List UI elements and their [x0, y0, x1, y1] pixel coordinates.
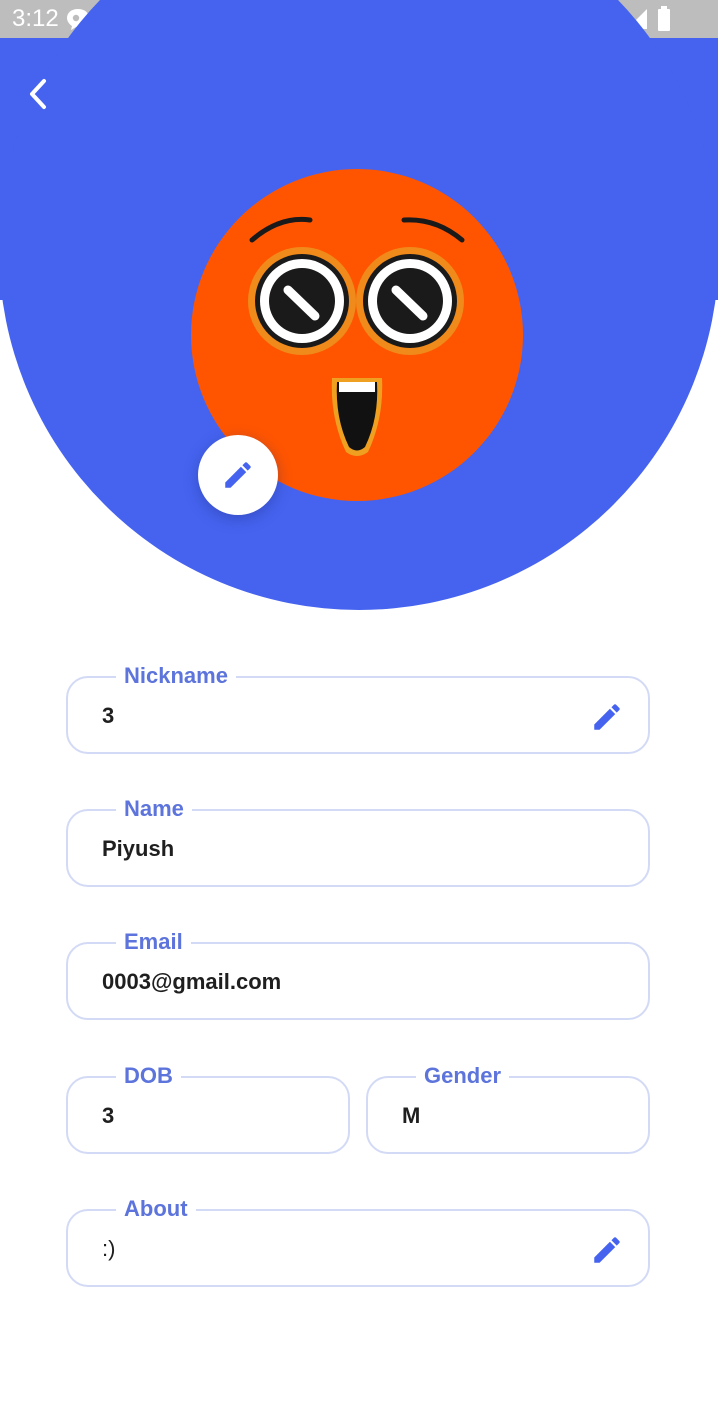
email-field[interactable]: Email 0003@gmail.com	[66, 929, 650, 1020]
dob-value: 3	[102, 1103, 115, 1128]
gender-label: Gender	[416, 1063, 510, 1089]
nickname-edit-button[interactable]	[590, 700, 624, 734]
pencil-icon	[594, 704, 620, 730]
name-value: Piyush	[102, 836, 175, 861]
about-label: About	[116, 1196, 196, 1222]
battery-icon	[657, 6, 671, 37]
gender-field[interactable]: Gender M	[366, 1063, 650, 1154]
about-field[interactable]: About :)	[66, 1196, 650, 1287]
chevron-left-icon	[30, 79, 46, 109]
gender-value: M	[402, 1103, 421, 1128]
name-label: Name	[116, 796, 192, 822]
email-label: Email	[116, 929, 191, 955]
dob-field[interactable]: DOB 3	[66, 1063, 350, 1154]
status-time: 3:12	[12, 5, 59, 32]
about-edit-button[interactable]	[590, 1233, 624, 1267]
avatar-edit-button[interactable]	[198, 435, 278, 515]
name-field[interactable]: Name Piyush	[66, 796, 650, 887]
dob-label: DOB	[116, 1063, 181, 1089]
nickname-label: Nickname	[116, 663, 236, 689]
about-value: :)	[102, 1236, 116, 1261]
nickname-value: 3	[102, 703, 115, 728]
pencil-icon	[594, 1237, 620, 1263]
pencil-icon	[225, 462, 251, 488]
nickname-field[interactable]: Nickname 3	[66, 663, 650, 754]
back-button[interactable]	[16, 72, 60, 116]
email-value: 0003@gmail.com	[102, 969, 282, 994]
